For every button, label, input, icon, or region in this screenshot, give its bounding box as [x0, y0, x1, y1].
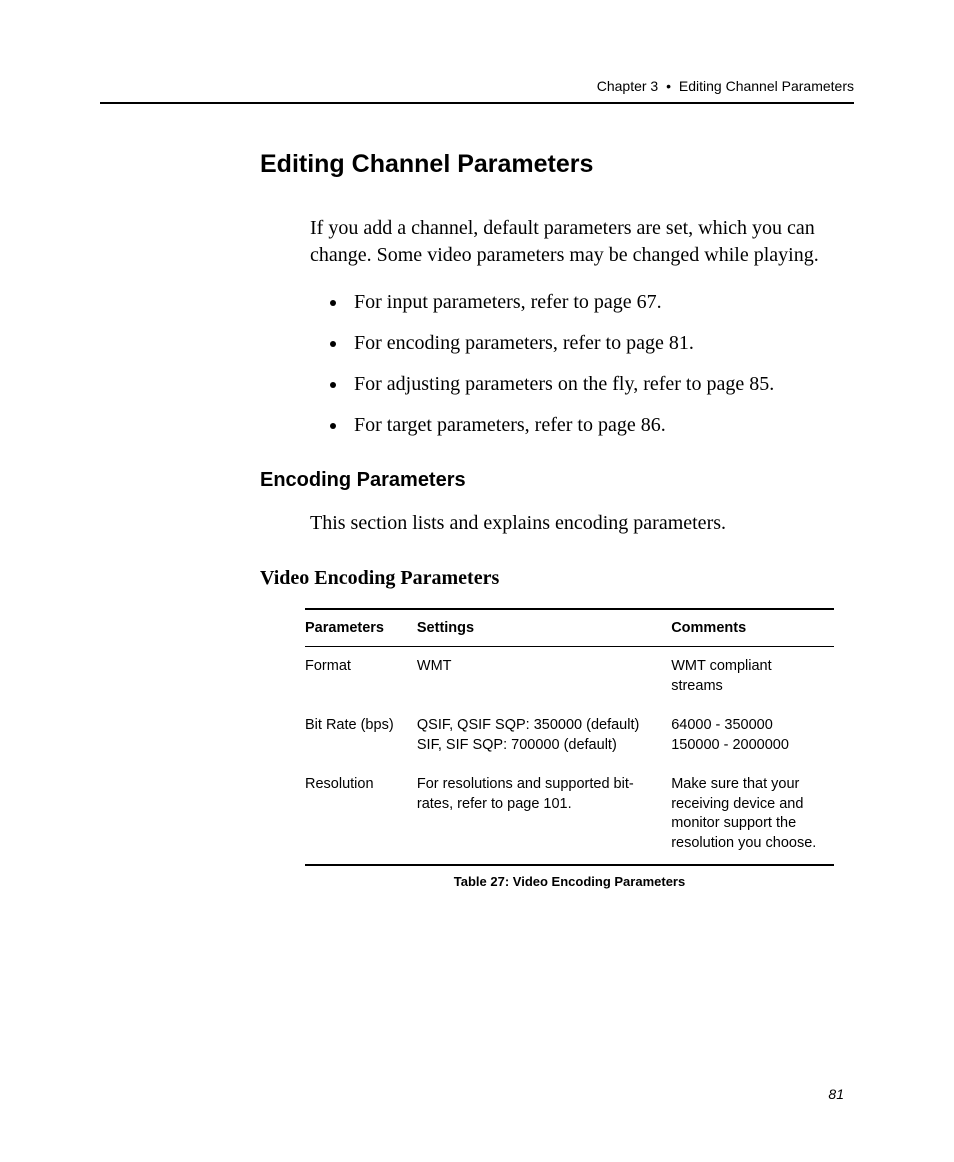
- header-section: Editing Channel Parameters: [679, 78, 854, 94]
- list-item: For adjusting parameters on the fly, ref…: [348, 371, 844, 398]
- table-caption: Table 27: Video Encoding Parameters: [305, 874, 834, 889]
- cell-settings: For resolutions and supported bit-rates,…: [417, 765, 671, 864]
- list-item: For target parameters, refer to page 86.: [348, 412, 844, 439]
- encoding-paragraph: This section lists and explains encoding…: [310, 510, 844, 537]
- table-row: Resolution For resolutions and supported…: [305, 765, 834, 864]
- bullet-list: For input parameters, refer to page 67. …: [310, 289, 844, 439]
- cell-settings: QSIF, QSIF SQP: 350000 (default)SIF, SIF…: [417, 706, 671, 765]
- header-separator: •: [666, 78, 671, 94]
- intro-block: If you add a channel, default parameters…: [310, 215, 844, 439]
- cell-comments: Make sure that your receiving device and…: [671, 765, 834, 864]
- col-header-settings: Settings: [417, 609, 671, 647]
- table-row: Bit Rate (bps) QSIF, QSIF SQP: 350000 (d…: [305, 706, 834, 765]
- subheading-video-encoding: Video Encoding Parameters: [260, 567, 854, 590]
- encoding-body-block: This section lists and explains encoding…: [310, 510, 844, 537]
- table-container: Parameters Settings Comments Format WMT …: [305, 608, 834, 889]
- table-header-row: Parameters Settings Comments: [305, 609, 834, 647]
- list-item: For input parameters, refer to page 67.: [348, 289, 844, 316]
- document-page: Chapter 3 • Editing Channel Parameters E…: [0, 0, 954, 889]
- cell-parameter: Format: [305, 647, 417, 707]
- cell-parameter: Resolution: [305, 765, 417, 864]
- cell-parameter: Bit Rate (bps): [305, 706, 417, 765]
- cell-comments: WMT compliant streams: [671, 647, 834, 707]
- cell-settings: WMT: [417, 647, 671, 707]
- list-item: For encoding parameters, refer to page 8…: [348, 330, 844, 357]
- page-title: Editing Channel Parameters: [260, 150, 854, 179]
- header-chapter: Chapter 3: [597, 78, 658, 94]
- header-rule: [100, 102, 854, 104]
- cell-comments: 64000 - 350000150000 - 2000000: [671, 706, 834, 765]
- col-header-comments: Comments: [671, 609, 834, 647]
- col-header-parameters: Parameters: [305, 609, 417, 647]
- intro-paragraph: If you add a channel, default parameters…: [310, 215, 844, 269]
- page-number: 81: [828, 1086, 844, 1102]
- video-encoding-table: Parameters Settings Comments Format WMT …: [305, 608, 834, 866]
- table-row: Format WMT WMT compliant streams: [305, 647, 834, 707]
- subheading-encoding: Encoding Parameters: [260, 469, 854, 492]
- running-header: Chapter 3 • Editing Channel Parameters: [100, 78, 854, 94]
